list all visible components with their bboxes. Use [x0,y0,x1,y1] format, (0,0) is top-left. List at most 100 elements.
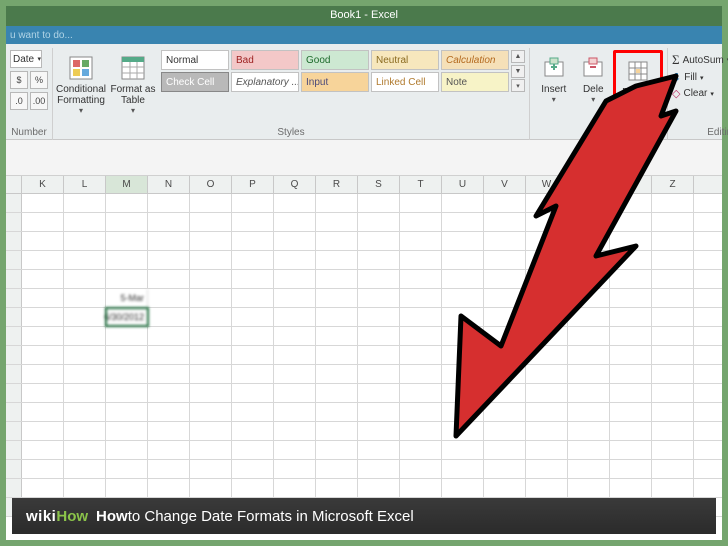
cell[interactable] [400,403,442,421]
cell[interactable]: 6/30/2012 [106,308,148,326]
cell[interactable] [400,384,442,402]
cell[interactable] [22,194,64,212]
cell[interactable] [274,479,316,497]
cell[interactable] [274,270,316,288]
cell[interactable] [148,194,190,212]
cell[interactable] [274,308,316,326]
cell[interactable] [610,251,652,269]
cell[interactable] [400,194,442,212]
cell[interactable] [484,289,526,307]
cell[interactable] [526,346,568,364]
cell[interactable] [22,403,64,421]
cell[interactable] [316,194,358,212]
cell[interactable] [610,460,652,478]
cell[interactable] [526,441,568,459]
cell[interactable] [232,232,274,250]
percent-format-button[interactable]: % [30,71,48,89]
gallery-up-button[interactable]: ▲ [511,50,525,63]
column-header-P[interactable]: P [232,176,274,193]
cell[interactable] [64,308,106,326]
autosum-button[interactable]: Σ AutoSum ▾ [672,52,728,68]
cell[interactable] [442,460,484,478]
cell[interactable] [148,346,190,364]
cell[interactable] [358,308,400,326]
cell[interactable] [64,251,106,269]
cell[interactable] [568,251,610,269]
cell[interactable] [442,194,484,212]
column-header-K[interactable]: K [22,176,64,193]
cell[interactable] [64,460,106,478]
cell[interactable] [106,251,148,269]
cell[interactable] [652,460,694,478]
cell[interactable] [526,194,568,212]
cell[interactable] [316,384,358,402]
cell[interactable] [274,232,316,250]
column-header-S[interactable]: S [358,176,400,193]
cell[interactable] [64,346,106,364]
cell[interactable] [316,289,358,307]
cell[interactable] [316,213,358,231]
cell[interactable] [610,232,652,250]
cell[interactable] [358,365,400,383]
cell[interactable] [610,422,652,440]
cell[interactable] [610,403,652,421]
cell[interactable] [274,346,316,364]
cell[interactable] [274,289,316,307]
cell[interactable] [232,251,274,269]
cell[interactable] [64,270,106,288]
style-note[interactable]: Note [441,72,509,92]
cell[interactable] [526,308,568,326]
tell-me-bar[interactable]: u want to do... [6,26,722,44]
cell[interactable] [232,460,274,478]
row-header[interactable] [6,403,22,421]
cell[interactable] [484,422,526,440]
cell[interactable] [148,422,190,440]
cell[interactable] [526,327,568,345]
cell[interactable] [358,384,400,402]
cell[interactable] [568,346,610,364]
column-header-N[interactable]: N [148,176,190,193]
cell[interactable] [652,232,694,250]
cell[interactable] [652,479,694,497]
cell[interactable] [232,422,274,440]
cell[interactable] [442,441,484,459]
cell[interactable] [484,232,526,250]
row-header[interactable] [6,270,22,288]
cell[interactable] [64,441,106,459]
cell[interactable] [484,194,526,212]
style-good[interactable]: Good [301,50,369,70]
cell[interactable] [22,327,64,345]
cell[interactable] [22,479,64,497]
cell[interactable] [610,213,652,231]
cell[interactable] [106,213,148,231]
cell[interactable] [484,251,526,269]
cell[interactable] [274,365,316,383]
cell[interactable] [22,213,64,231]
cell[interactable] [64,403,106,421]
style-input[interactable]: Input [301,72,369,92]
cell[interactable] [190,289,232,307]
cell[interactable] [232,365,274,383]
cell[interactable] [610,289,652,307]
cell[interactable] [400,460,442,478]
cell[interactable] [64,479,106,497]
cell[interactable] [442,270,484,288]
cell[interactable] [568,403,610,421]
column-header-M[interactable]: M [106,176,148,193]
cell[interactable] [64,232,106,250]
cell[interactable] [148,213,190,231]
cell[interactable] [148,441,190,459]
cell[interactable] [526,460,568,478]
column-header-W[interactable]: W [526,176,568,193]
column-header-T[interactable]: T [400,176,442,193]
cell[interactable] [526,384,568,402]
cell[interactable] [484,384,526,402]
cell[interactable] [22,384,64,402]
cell[interactable] [274,384,316,402]
cell[interactable] [106,422,148,440]
cell[interactable] [64,384,106,402]
cell[interactable] [148,403,190,421]
cell[interactable] [442,365,484,383]
cell[interactable] [652,270,694,288]
style-bad[interactable]: Bad [231,50,299,70]
